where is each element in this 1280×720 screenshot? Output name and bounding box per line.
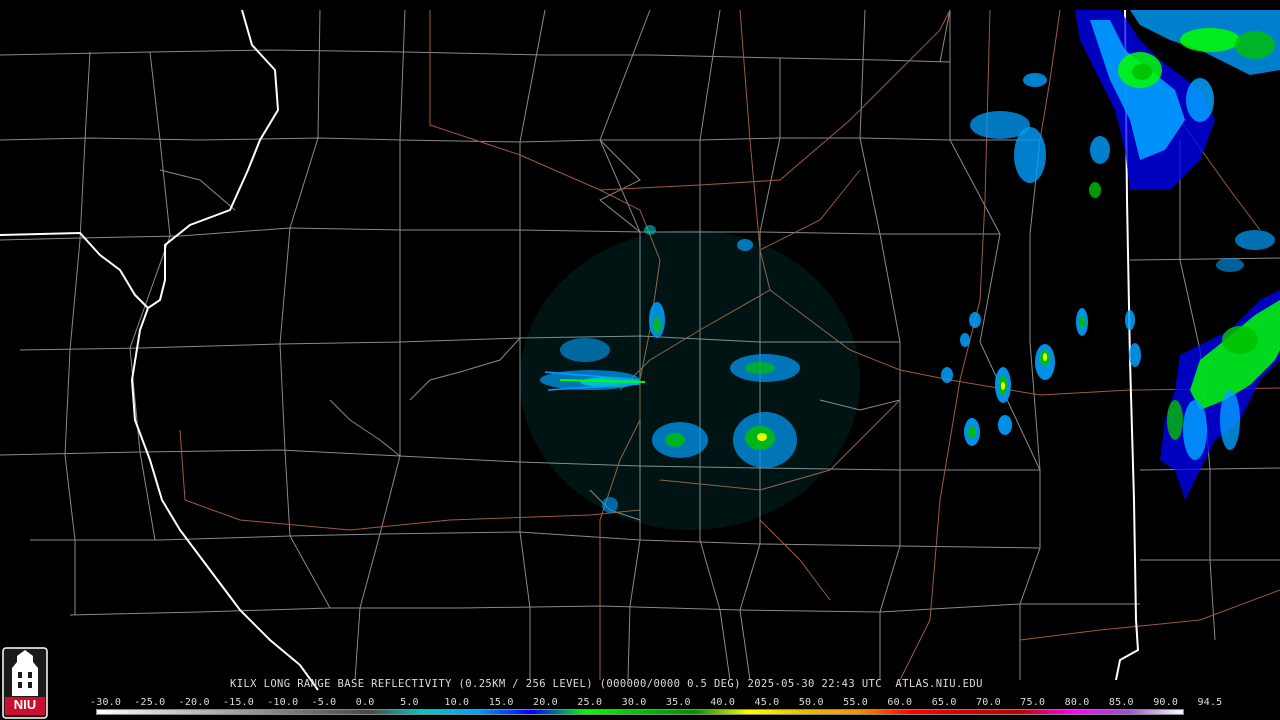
reflectivity-colorbar — [96, 709, 1184, 715]
reflectivity-scale-labels: -30.0 -25.0 -20.0 -15.0 -10.0 -5.0 0.0 5.0 10.0 1… — [90, 697, 1222, 709]
scale-label: 65.0 — [931, 697, 957, 708]
scale-label: -15.0 — [222, 697, 254, 708]
scale-label: 45.0 — [754, 697, 780, 708]
radar-echoes-east — [941, 10, 1280, 500]
scale-label: 30.0 — [621, 697, 647, 708]
scale-label: 94.5 — [1197, 697, 1223, 708]
scale-label: 75.0 — [1020, 697, 1046, 708]
scale-label: 70.0 — [976, 697, 1001, 708]
scale-label: 85.0 — [1108, 697, 1134, 708]
radar-map-view: NIU KILX LONG RANGE BASE REFLECTIVITY (0… — [0, 0, 1280, 720]
scale-label: 35.0 — [665, 697, 691, 708]
scale-label: -20.0 — [178, 697, 210, 708]
scale-label: 90.0 — [1153, 697, 1179, 708]
radar-map — [0, 9, 1280, 719]
scale-label: 5.0 — [400, 697, 419, 708]
scale-label: -30.0 — [90, 697, 122, 708]
scale-label: -10.0 — [267, 697, 299, 708]
scale-label: 15.0 — [488, 697, 514, 708]
scale-label: 60.0 — [887, 697, 913, 708]
scale-label: 25.0 — [577, 697, 603, 708]
scale-label: 20.0 — [533, 697, 558, 708]
scale-label: 80.0 — [1064, 697, 1090, 708]
scale-label: -25.0 — [134, 697, 166, 708]
radar-echoes-central — [520, 225, 860, 530]
scale-label: 10.0 — [444, 697, 470, 708]
scale-label: 50.0 — [798, 697, 824, 708]
scale-label: 40.0 — [710, 697, 736, 708]
product-caption: KILX LONG RANGE BASE REFLECTIVITY (0.25K… — [230, 678, 983, 690]
scale-label: 55.0 — [843, 697, 868, 708]
niu-logo-text: NIU — [13, 697, 37, 712]
scale-label: -5.0 — [311, 697, 337, 708]
scale-label: 0.0 — [355, 697, 375, 708]
